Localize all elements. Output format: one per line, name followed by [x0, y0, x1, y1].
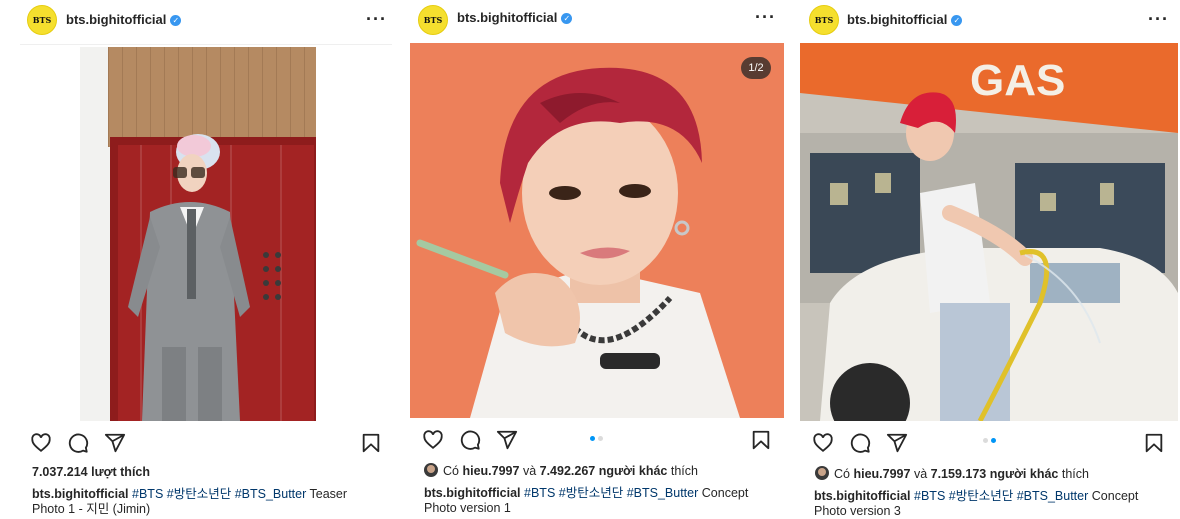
- photo-jimin-suit: [80, 47, 332, 421]
- more-icon[interactable]: ···: [1148, 9, 1169, 30]
- avatar[interactable]: BTS: [418, 5, 448, 35]
- verified-badge-icon: ✓: [561, 13, 573, 24]
- photo-jimin-gas-station: GAS: [800, 43, 1178, 421]
- username-link[interactable]: bts.bighitofficial ✓: [66, 12, 182, 27]
- verified-badge-icon: ✓: [170, 15, 182, 26]
- carousel-dot-active: [991, 438, 996, 443]
- username-text[interactable]: bts.bighitofficial: [847, 12, 947, 27]
- comment-icon[interactable]: [849, 432, 871, 454]
- liked-by-user[interactable]: hieu.7997: [853, 467, 910, 481]
- send-icon[interactable]: [104, 432, 126, 454]
- photo-jimin-red-hair: [410, 43, 784, 418]
- comment-icon[interactable]: [67, 432, 89, 454]
- username-link[interactable]: bts.bighitofficial ✓: [457, 10, 573, 25]
- likes-prefix: Có: [443, 464, 459, 478]
- hashtag[interactable]: #방탄소년단: [559, 486, 623, 500]
- caption-username[interactable]: bts.bighitofficial: [424, 486, 521, 500]
- post-header: BTS bts.bighitofficial ✓ ···: [0, 0, 400, 40]
- username-link[interactable]: bts.bighitofficial ✓: [847, 12, 963, 27]
- bookmark-icon[interactable]: [360, 432, 382, 454]
- action-bar: [28, 432, 384, 454]
- comment-icon[interactable]: [459, 429, 481, 451]
- carousel-dot: [598, 436, 603, 441]
- avatar[interactable]: BTS: [27, 5, 57, 35]
- username-text[interactable]: bts.bighitofficial: [66, 12, 166, 27]
- divider: [20, 44, 392, 45]
- caption-username[interactable]: bts.bighitofficial: [32, 487, 129, 501]
- likes-others[interactable]: 7.492.267 người khác: [540, 464, 668, 478]
- hashtag[interactable]: #BTS_Butter: [1017, 489, 1089, 503]
- likes-summary[interactable]: 7.037.214 lượt thích: [32, 465, 150, 479]
- bookmark-icon[interactable]: [750, 429, 772, 451]
- caption: bts.bighitofficial #BTS #방탄소년단 #BTS_Butt…: [32, 487, 377, 517]
- likes-suffix: thích: [1061, 467, 1089, 481]
- likes-prefix: Có: [834, 467, 850, 481]
- post-header: BTS bts.bighitofficial ✓ ···: [790, 0, 1180, 40]
- heart-icon[interactable]: [422, 429, 444, 451]
- likes-others[interactable]: 7.159.173 người khác: [931, 467, 1059, 481]
- post-image[interactable]: [410, 43, 784, 418]
- action-bar: [812, 432, 1168, 454]
- caption: bts.bighitofficial #BTS #방탄소년단 #BTS_Butt…: [424, 486, 769, 516]
- caption-username[interactable]: bts.bighitofficial: [814, 489, 911, 503]
- heart-icon[interactable]: [812, 432, 834, 454]
- likes-summary[interactable]: Có hieu.7997 và 7.492.267 người khác thí…: [424, 463, 698, 478]
- likes-and: và: [522, 464, 537, 478]
- post-2: BTS bts.bighitofficial ✓ ··· 1/2 Có hieu…: [400, 0, 790, 518]
- liked-by-user[interactable]: hieu.7997: [462, 464, 519, 478]
- carousel-indicator: [590, 436, 603, 441]
- likes-suffix: lượt thích: [91, 465, 150, 479]
- likes-suffix: thích: [670, 464, 698, 478]
- hashtag[interactable]: #방탄소년단: [167, 487, 231, 501]
- username-text[interactable]: bts.bighitofficial: [457, 10, 557, 25]
- liker-avatar[interactable]: [424, 463, 438, 477]
- hashtag[interactable]: #BTS: [914, 489, 945, 503]
- gas-sign-text: GAS: [970, 56, 1065, 105]
- likes-count[interactable]: 7.037.214: [32, 465, 88, 479]
- post-3: BTS bts.bighitofficial ✓ ··· GAS Có hieu…: [790, 0, 1180, 518]
- hashtag[interactable]: #방탄소년단: [949, 489, 1013, 503]
- hashtag[interactable]: #BTS_Butter: [627, 486, 699, 500]
- carousel-counter: 1/2: [741, 57, 771, 79]
- send-icon[interactable]: [886, 432, 908, 454]
- more-icon[interactable]: ···: [755, 7, 776, 28]
- verified-badge-icon: ✓: [951, 15, 963, 26]
- bookmark-icon[interactable]: [1143, 432, 1165, 454]
- post-header: BTS bts.bighitofficial ✓ ···: [400, 0, 790, 40]
- post-1: BTS bts.bighitofficial ✓ ··· 7.037.214 l…: [0, 0, 400, 518]
- carousel-indicator: [983, 438, 996, 443]
- hashtag[interactable]: #BTS: [524, 486, 555, 500]
- post-image[interactable]: [80, 47, 332, 421]
- avatar[interactable]: BTS: [809, 5, 839, 35]
- hashtag[interactable]: #BTS_Butter: [235, 487, 307, 501]
- send-icon[interactable]: [496, 429, 518, 451]
- hashtag[interactable]: #BTS: [132, 487, 163, 501]
- more-icon[interactable]: ···: [366, 9, 387, 30]
- heart-icon[interactable]: [30, 432, 52, 454]
- liker-avatar[interactable]: [815, 466, 829, 480]
- likes-summary[interactable]: Có hieu.7997 và 7.159.173 người khác thí…: [815, 466, 1089, 481]
- carousel-dot: [983, 438, 988, 443]
- carousel-dot-active: [590, 436, 595, 441]
- post-image[interactable]: GAS: [800, 43, 1178, 421]
- likes-and: và: [913, 467, 928, 481]
- caption: bts.bighitofficial #BTS #방탄소년단 #BTS_Butt…: [814, 489, 1159, 519]
